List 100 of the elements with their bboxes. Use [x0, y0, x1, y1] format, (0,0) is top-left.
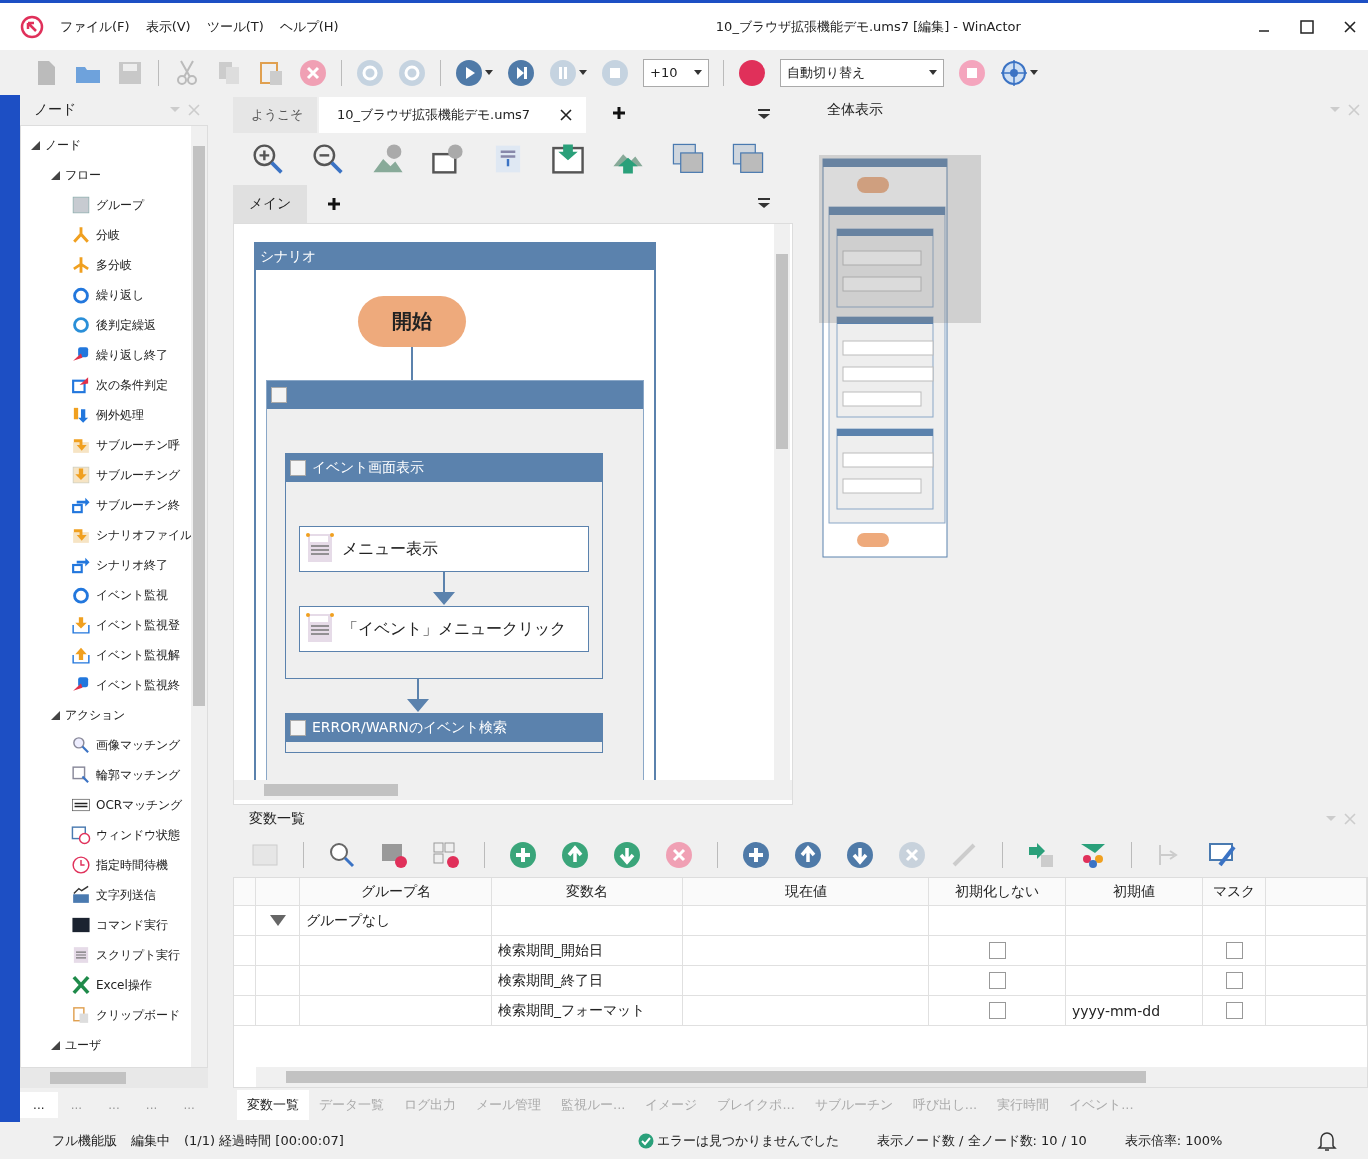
menu-item[interactable]: ヘルプ(H) — [279, 17, 339, 36]
expander-icon[interactable] — [51, 1040, 60, 1050]
tree-item[interactable]: イベント監視解 — [96, 646, 180, 664]
checkbox[interactable] — [988, 942, 1006, 959]
tree-item[interactable]: グループ — [96, 196, 144, 214]
scrollbar[interactable] — [191, 126, 207, 1067]
play-icon[interactable] — [455, 58, 483, 87]
down-icon[interactable] — [613, 841, 641, 869]
column-header[interactable]: 変数名 — [492, 878, 683, 905]
tree-item[interactable]: Excel操作 — [96, 976, 152, 994]
monitor-brush-icon[interactable] — [1208, 841, 1236, 869]
tree-item[interactable]: スクリプト実行 — [96, 946, 180, 964]
tree-item[interactable]: イベント監視登 — [96, 616, 180, 634]
expander-icon[interactable] — [51, 710, 60, 720]
tree-item[interactable]: 次の条件判定 — [96, 376, 168, 394]
start-node[interactable]: 開始 — [358, 296, 466, 347]
menu-item[interactable]: ファイル(F) — [60, 17, 130, 36]
sheet-tab[interactable]: メイン — [233, 185, 307, 223]
down-icon[interactable] — [846, 841, 874, 869]
tree-item[interactable]: イベント監視終 — [96, 676, 180, 694]
action-node[interactable]: 「イベント」メニュークリック — [299, 606, 589, 653]
tree-item[interactable]: ユーザ — [65, 1036, 101, 1054]
document-tab[interactable]: 10_ブラウザ拡張機能デモ.ums7 — [319, 97, 587, 133]
tree-item[interactable]: 分岐 — [96, 226, 120, 244]
up-icon[interactable] — [561, 841, 589, 869]
table-row[interactable]: 検索期間_終了日 — [234, 966, 1367, 996]
table-row[interactable]: グループなし — [234, 906, 1367, 936]
panel-tab[interactable]: 変数一覧 — [237, 1090, 309, 1120]
scrollbar[interactable] — [774, 224, 790, 780]
scrollbar[interactable] — [20, 1068, 208, 1088]
tree-item[interactable]: 輪郭マッチング — [96, 766, 180, 784]
table-row[interactable]: 検索期間_開始日 — [234, 936, 1367, 966]
document-tab[interactable]: ようこそ — [233, 97, 317, 133]
windows-icon[interactable] — [731, 142, 765, 176]
zoom-in-icon[interactable] — [251, 142, 285, 176]
tree-item[interactable]: OCRマッチング — [96, 796, 183, 814]
target-icon[interactable] — [1000, 58, 1028, 87]
collapse-toggle[interactable] — [290, 720, 306, 737]
tree-item[interactable]: 画像マッチング — [96, 736, 180, 754]
expander-icon[interactable] — [51, 170, 60, 180]
tree-item[interactable]: シナリオファイル — [96, 526, 191, 544]
collapse-toggle[interactable] — [290, 460, 306, 477]
mode-dropdown[interactable]: 自動切り替え — [780, 58, 944, 87]
add-icon[interactable] — [327, 197, 341, 211]
tree-item[interactable]: コマンド実行 — [96, 916, 168, 934]
windows-icon[interactable] — [671, 142, 705, 176]
overflow-icon[interactable] — [757, 108, 771, 120]
caret-icon[interactable] — [579, 69, 587, 76]
up-icon[interactable] — [794, 841, 822, 869]
column-header[interactable]: 初期化しない — [929, 878, 1066, 905]
tree-item[interactable]: サブルーチング — [96, 466, 180, 484]
magnifier-icon[interactable] — [328, 841, 356, 869]
minimap-drawing[interactable] — [819, 155, 981, 559]
maximize-icon[interactable] — [1300, 19, 1314, 34]
column-header[interactable]: グループ名 — [300, 878, 492, 905]
step-icon[interactable] — [507, 58, 535, 87]
checkbox[interactable] — [988, 1002, 1006, 1019]
bell-icon[interactable] — [1316, 1129, 1338, 1152]
caret-icon[interactable] — [1030, 69, 1038, 76]
delete-icon[interactable] — [665, 841, 693, 869]
expander-icon[interactable] — [269, 914, 286, 927]
tree-item[interactable]: サブルーチン終 — [96, 496, 180, 514]
export-icon[interactable] — [1027, 841, 1055, 869]
tree-item[interactable]: 繰り返し — [96, 286, 144, 304]
caret-icon[interactable] — [694, 69, 702, 76]
add-icon[interactable] — [612, 106, 627, 120]
column-header[interactable]: 現在値 — [683, 878, 929, 905]
column-header[interactable]: マスク — [1203, 878, 1266, 905]
close-icon[interactable] — [1344, 20, 1356, 33]
grid-delete-icon[interactable] — [432, 841, 460, 869]
tree-item[interactable]: 例外処理 — [96, 406, 144, 424]
checkbox[interactable] — [988, 972, 1006, 989]
tree-item[interactable]: 指定時間待機 — [96, 856, 168, 874]
tree-item[interactable]: 繰り返し終了 — [96, 346, 168, 364]
panel-tab[interactable]: ... — [20, 1092, 58, 1118]
checkbox[interactable] — [1225, 1002, 1243, 1019]
variable-delete-icon[interactable] — [380, 841, 408, 869]
tree-item[interactable]: イベント監視 — [96, 586, 168, 604]
delete-icon[interactable] — [299, 58, 327, 87]
tree-item[interactable]: ノード — [45, 136, 81, 154]
tree-item[interactable]: 文字列送信 — [96, 886, 156, 904]
record-icon[interactable] — [738, 58, 766, 87]
checkbox[interactable] — [1225, 942, 1243, 959]
table-row[interactable]: 検索期間_フォーマット yyyy-mm-dd — [234, 996, 1367, 1026]
zoom-out-icon[interactable] — [311, 142, 345, 176]
menu-item[interactable]: 表示(V) — [145, 17, 191, 36]
column-header[interactable]: 初期値 — [1066, 878, 1203, 905]
action-node[interactable]: メニュー表示 — [299, 526, 589, 573]
expander-icon[interactable] — [31, 140, 40, 150]
tree-item[interactable]: フロー — [65, 166, 101, 184]
tree-item[interactable]: アクション — [65, 706, 125, 724]
tree-item[interactable]: 後判定繰返 — [96, 316, 156, 334]
tree-item[interactable]: 多分岐 — [96, 256, 132, 274]
tree-item[interactable]: シナリオ終了 — [96, 556, 168, 574]
window-download-icon[interactable] — [551, 142, 585, 176]
step-count-dropdown[interactable]: +10 — [643, 58, 709, 87]
tree-item[interactable]: サブルーチン呼 — [96, 436, 180, 454]
tree-item[interactable]: クリップボード — [96, 1006, 180, 1024]
caret-icon[interactable] — [485, 69, 493, 76]
overflow-icon[interactable] — [757, 196, 771, 209]
